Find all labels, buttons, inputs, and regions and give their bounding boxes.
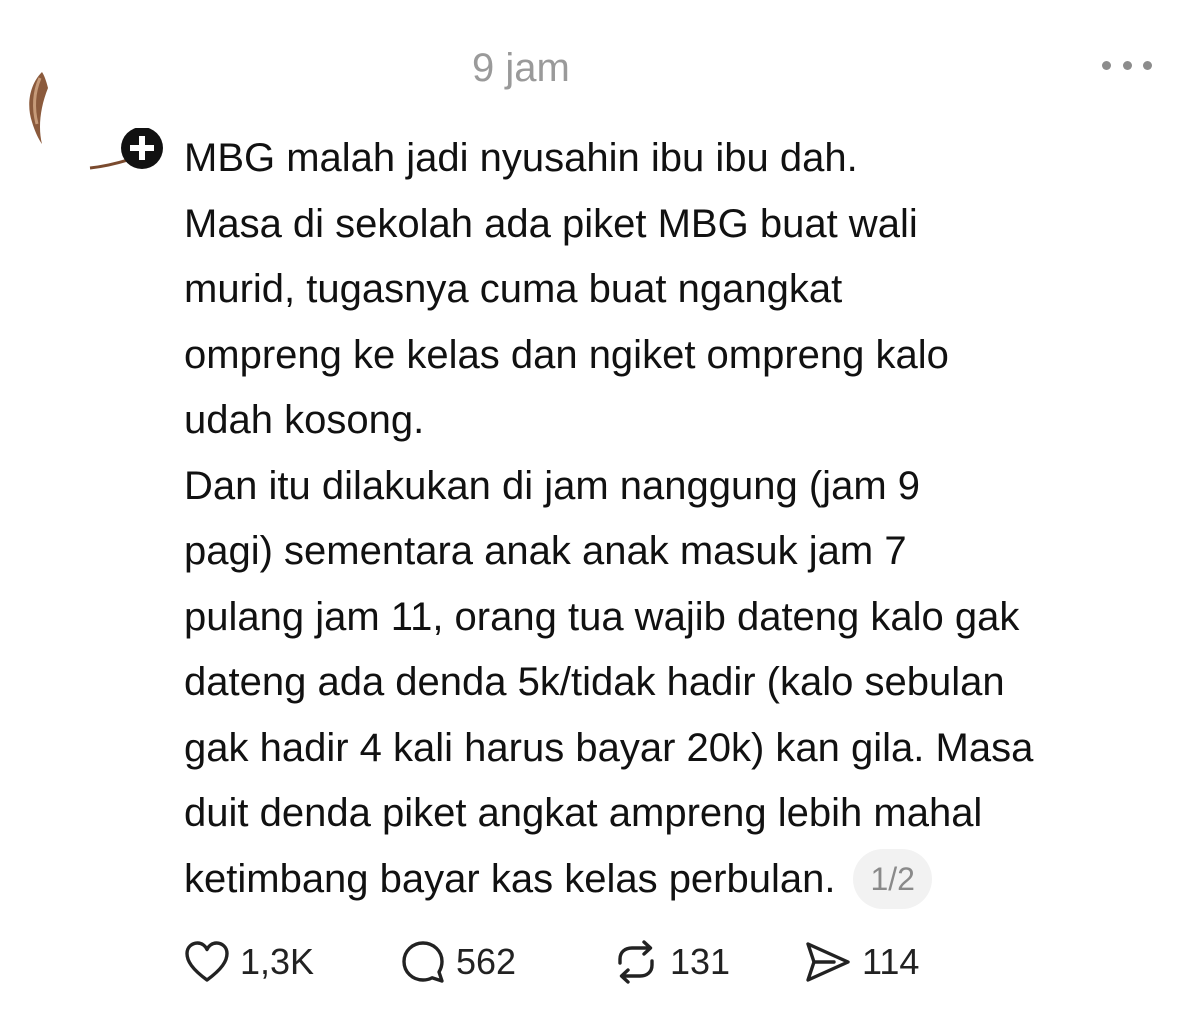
repost-icon [618, 940, 654, 984]
share-count: 114 [862, 941, 920, 982]
send-icon [806, 942, 850, 982]
page-indicator-badge[interactable]: 1/2 [853, 848, 932, 909]
reply-button[interactable]: 562 [400, 934, 516, 990]
reply-count: 562 [456, 941, 517, 982]
post-text-line: udah kosong. [184, 398, 425, 442]
repost-count: 131 [670, 941, 731, 982]
more-horizontal-icon [1143, 60, 1152, 70]
more-horizontal-icon [1122, 60, 1132, 70]
post-text-line: Masa di sekolah ada piket MBG buat wali [184, 201, 918, 246]
post-text-line: pagi) sementara anak anak masuk jam 7 [184, 529, 907, 573]
post-text-line: dateng ada denda 5k/tidak hadir (kalo se… [184, 660, 1005, 704]
post-text-line: murid, tugasnya cuma buat ngangkat [184, 267, 843, 311]
share-button[interactable]: 114 [804, 934, 919, 990]
post-body: MBG malah jadi nyusahin ibu ibu dah. Mas… [184, 126, 1184, 912]
post-text-last-line: ketimbang bayar kas kelas perbulan. 1/2 [184, 847, 1184, 913]
post-text-line: ketimbang bayar kas kelas perbulan. [184, 856, 836, 901]
more-options-button[interactable] [1102, 50, 1152, 80]
like-count: 1,3K [240, 941, 315, 982]
comment-bubble-icon [402, 941, 444, 983]
post-text-line: Dan itu dilakukan di jam nanggung (jam 9 [184, 463, 920, 508]
follow-plus-icon[interactable] [88, 128, 170, 176]
like-button[interactable]: 1,3K [184, 934, 314, 990]
more-horizontal-icon [1102, 60, 1111, 70]
post-text-line: gak hadir 4 kali harus bayar 20k) kan gi… [184, 725, 1034, 770]
post-timestamp[interactable]: 9 jam [472, 44, 570, 92]
repost-button[interactable]: 131 [612, 934, 730, 990]
post-text-line: duit denda piket angkat ampreng lebih ma… [184, 791, 983, 835]
avatar[interactable] [24, 70, 50, 146]
post-text-line: ompreng ke kelas dan ngiket ompreng kalo [184, 332, 949, 377]
post-text-line: pulang jam 11, orang tua wajib dateng ka… [184, 594, 1020, 639]
heart-icon [185, 941, 229, 982]
post-text-line: MBG malah jadi nyusahin ibu ibu dah. [184, 136, 858, 180]
action-bar: 1,3K 562 131 114 [184, 934, 984, 990]
